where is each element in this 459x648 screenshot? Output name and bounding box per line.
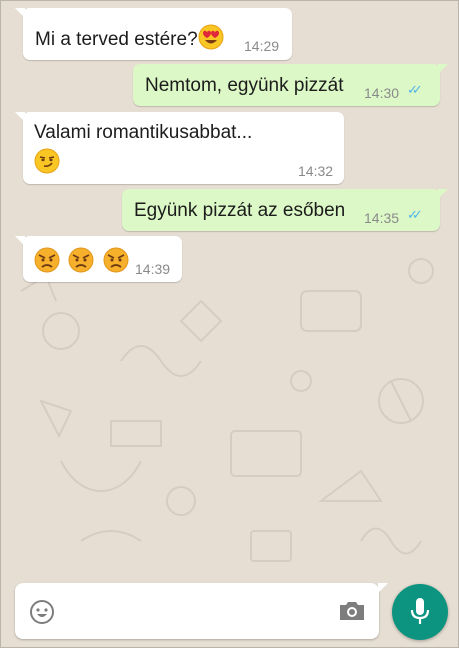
read-ticks-icon: ✓✓ bbox=[407, 82, 423, 97]
chat-window: Mi a terved estére? 14:29 Nemtom, együnk… bbox=[0, 0, 459, 648]
message-input[interactable] bbox=[71, 595, 331, 629]
message-time: 14:30 bbox=[364, 85, 400, 101]
message-text-content: Mi a terved estére? bbox=[35, 29, 198, 51]
angry-face-emoji-icon bbox=[68, 247, 94, 279]
message-emoji-row bbox=[34, 247, 129, 279]
smirking-face-emoji-icon bbox=[34, 148, 60, 180]
message-text: Nemtom, együnk pizzát bbox=[145, 75, 344, 96]
message-text: Valami romantikusabbat... bbox=[34, 122, 253, 143]
message-bubble-outgoing[interactable]: Nemtom, együnk pizzát 14:30 ✓✓ bbox=[133, 64, 448, 106]
emoji-icon[interactable] bbox=[29, 599, 55, 630]
message-text: Együnk pizzát az esőben bbox=[134, 200, 346, 221]
heart-eyes-emoji-icon bbox=[198, 24, 224, 56]
message-bubble-incoming[interactable]: Mi a terved estére? 14:29 bbox=[15, 8, 292, 60]
message-time: 14:32 bbox=[298, 163, 334, 179]
message-time: 14:35 bbox=[364, 210, 400, 226]
message-time: 14:39 bbox=[135, 261, 171, 277]
read-ticks-icon: ✓✓ bbox=[407, 207, 423, 222]
message-bubble-incoming[interactable]: Valami romantikusabbat... 14:32 bbox=[15, 112, 344, 184]
angry-face-emoji-icon bbox=[103, 247, 129, 279]
message-text: Mi a terved estére? bbox=[35, 24, 224, 56]
voice-message-button[interactable] bbox=[392, 584, 448, 640]
message-time: 14:29 bbox=[244, 38, 280, 54]
message-composer bbox=[15, 583, 388, 639]
angry-face-emoji-icon bbox=[34, 247, 60, 279]
message-bubble-outgoing[interactable]: Együnk pizzát az esőben 14:35 ✓✓ bbox=[122, 189, 448, 231]
camera-icon[interactable] bbox=[338, 600, 366, 627]
message-bubble-incoming[interactable]: 14:39 bbox=[15, 236, 182, 282]
microphone-icon bbox=[410, 597, 430, 632]
